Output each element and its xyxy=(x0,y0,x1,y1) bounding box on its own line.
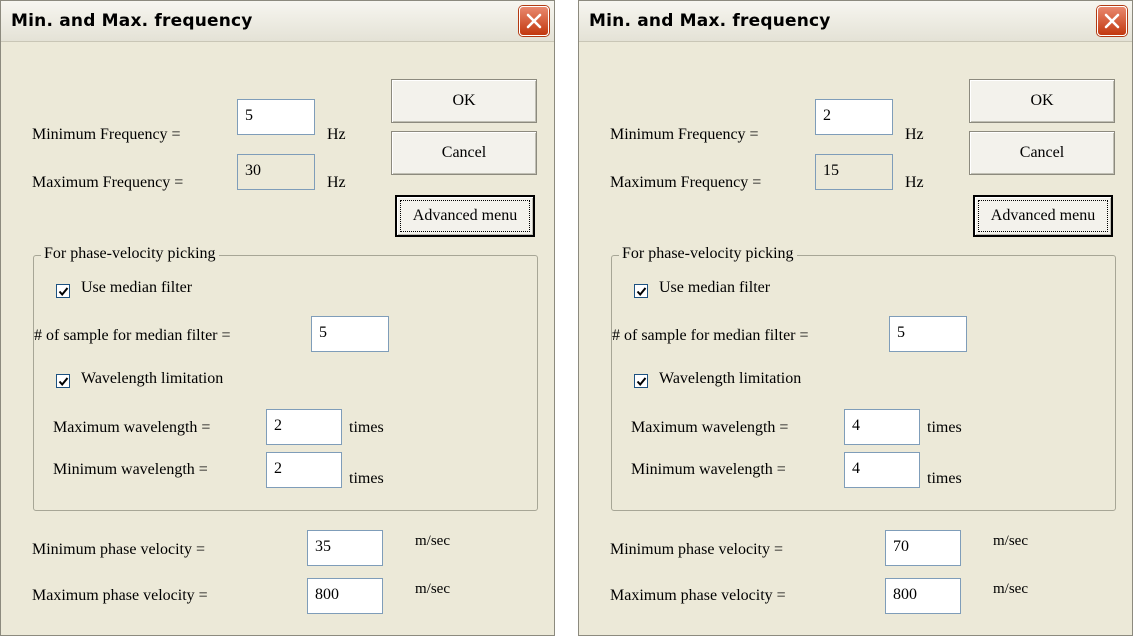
min-frequency-label: Minimum Frequency = xyxy=(610,126,759,143)
max-frequency-unit: Hz xyxy=(905,174,924,191)
min-velocity-input[interactable]: 70 xyxy=(885,530,961,566)
min-velocity-unit: m/sec xyxy=(993,533,1028,549)
ok-button-label: OK xyxy=(1030,92,1054,109)
min-velocity-label: Minimum phase velocity = xyxy=(32,541,205,558)
max-wavelength-unit: times xyxy=(927,419,962,436)
group-label: For phase-velocity picking xyxy=(41,245,219,263)
close-icon xyxy=(526,13,542,29)
max-frequency-label: Maximum Frequency = xyxy=(610,174,762,191)
ok-button-label: OK xyxy=(452,92,476,109)
max-wavelength-label: Maximum wavelength = xyxy=(631,419,789,436)
median-filter-checkbox[interactable] xyxy=(56,284,70,298)
max-wavelength-unit: times xyxy=(349,419,384,436)
title-bar[interactable]: Min. and Max. frequency xyxy=(1,1,554,42)
ok-button[interactable]: OK xyxy=(391,79,537,123)
frequency-dialog: Min. and Max. frequency Minimum Frequenc… xyxy=(578,0,1133,636)
advanced-menu-label: Advanced menu xyxy=(412,207,518,224)
checkmark-icon xyxy=(636,377,647,387)
min-frequency-label: Minimum Frequency = xyxy=(32,126,181,143)
min-wavelength-input[interactable]: 4 xyxy=(844,452,920,488)
min-wavelength-label: Minimum wavelength = xyxy=(631,461,786,478)
max-wavelength-input[interactable]: 2 xyxy=(266,409,342,445)
median-filter-label: Use median filter xyxy=(659,279,771,296)
checkmark-icon xyxy=(636,287,647,297)
median-filter-checkbox[interactable] xyxy=(634,284,648,298)
cancel-button-label: Cancel xyxy=(441,144,487,161)
min-frequency-input[interactable]: 2 xyxy=(815,99,893,135)
cancel-button[interactable]: Cancel xyxy=(391,131,537,175)
advanced-menu-button[interactable]: Advanced menu xyxy=(973,195,1113,237)
max-velocity-input[interactable]: 800 xyxy=(307,578,383,614)
close-button[interactable] xyxy=(1097,6,1127,36)
max-velocity-label: Maximum phase velocity = xyxy=(32,587,208,604)
max-frequency-unit: Hz xyxy=(327,174,346,191)
max-frequency-input[interactable]: 30 xyxy=(237,154,315,190)
advanced-menu-button[interactable]: Advanced menu xyxy=(395,195,535,237)
median-samples-label: # of sample for median filter = xyxy=(34,327,231,344)
max-wavelength-input[interactable]: 4 xyxy=(844,409,920,445)
min-frequency-unit: Hz xyxy=(327,126,346,143)
max-wavelength-label: Maximum wavelength = xyxy=(53,419,211,436)
median-samples-input[interactable]: 5 xyxy=(311,316,389,352)
close-button[interactable] xyxy=(519,6,549,36)
wavelength-limitation-checkbox[interactable] xyxy=(56,374,70,388)
max-frequency-label: Maximum Frequency = xyxy=(32,174,184,191)
median-samples-label: # of sample for median filter = xyxy=(612,327,809,344)
median-filter-label: Use median filter xyxy=(81,279,193,296)
min-frequency-input[interactable]: 5 xyxy=(237,99,315,135)
min-velocity-label: Minimum phase velocity = xyxy=(610,541,783,558)
min-frequency-unit: Hz xyxy=(905,126,924,143)
wavelength-limitation-checkbox[interactable] xyxy=(634,374,648,388)
ok-button[interactable]: OK xyxy=(969,79,1115,123)
close-icon xyxy=(1104,13,1120,29)
dialog-title: Min. and Max. frequency xyxy=(589,11,831,31)
min-wavelength-input[interactable]: 2 xyxy=(266,452,342,488)
title-bar[interactable]: Min. and Max. frequency xyxy=(579,1,1132,42)
wavelength-limitation-label: Wavelength limitation xyxy=(659,370,802,387)
checkmark-icon xyxy=(58,287,69,297)
min-wavelength-unit: times xyxy=(349,470,384,487)
cancel-button[interactable]: Cancel xyxy=(969,131,1115,175)
median-samples-input[interactable]: 5 xyxy=(889,316,967,352)
min-velocity-unit: m/sec xyxy=(415,533,450,549)
wavelength-limitation-label: Wavelength limitation xyxy=(81,370,224,387)
frequency-dialog: Min. and Max. frequency Minimum Frequenc… xyxy=(0,0,555,636)
max-velocity-label: Maximum phase velocity = xyxy=(610,587,786,604)
checkmark-icon xyxy=(58,377,69,387)
group-label: For phase-velocity picking xyxy=(619,245,797,263)
cancel-button-label: Cancel xyxy=(1019,144,1065,161)
min-velocity-input[interactable]: 35 xyxy=(307,530,383,566)
dialog-title: Min. and Max. frequency xyxy=(11,11,253,31)
min-wavelength-label: Minimum wavelength = xyxy=(53,461,208,478)
max-frequency-input[interactable]: 15 xyxy=(815,154,893,190)
max-velocity-unit: m/sec xyxy=(993,581,1028,597)
max-velocity-unit: m/sec xyxy=(415,581,450,597)
min-wavelength-unit: times xyxy=(927,470,962,487)
max-velocity-input[interactable]: 800 xyxy=(885,578,961,614)
advanced-menu-label: Advanced menu xyxy=(990,207,1096,224)
